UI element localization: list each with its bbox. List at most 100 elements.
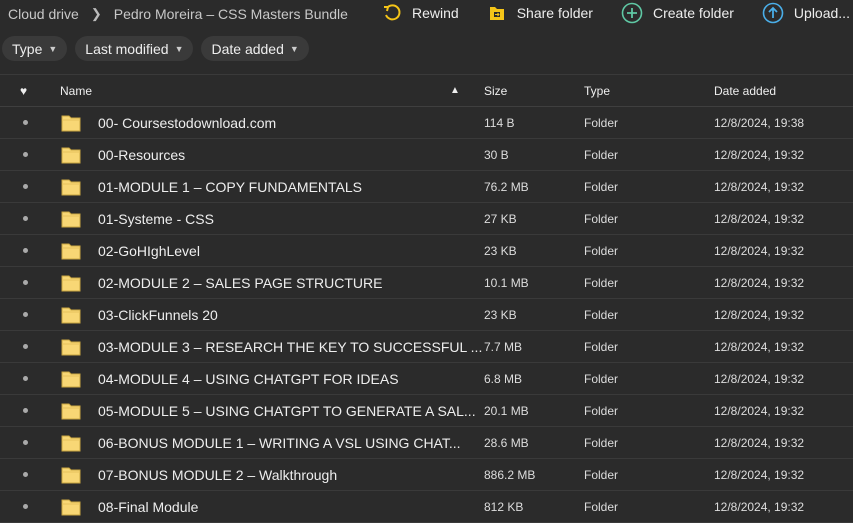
create-folder-button[interactable]: Create folder [621, 2, 734, 24]
table-row[interactable]: 04-MODULE 4 – USING CHATGPT FOR IDEAS 6.… [0, 363, 853, 395]
plus-circle-icon [621, 2, 643, 24]
table-row[interactable]: 07-BONUS MODULE 2 – Walkthrough 886.2 MB… [0, 459, 853, 491]
filter-label: Last modified [85, 40, 169, 57]
file-type: Folder [584, 115, 619, 130]
column-type[interactable]: Type [584, 84, 610, 98]
upload-button[interactable]: Upload... [762, 2, 850, 24]
file-date-added: 12/8/2024, 19:32 [714, 499, 805, 514]
table-row[interactable]: 01-Systeme - CSS 27 KB Folder 12/8/2024,… [0, 203, 853, 235]
status-dot [23, 344, 28, 349]
table-row[interactable]: 01-MODULE 1 – COPY FUNDAMENTALS 76.2 MB … [0, 171, 853, 203]
file-size: 23 KB [484, 307, 517, 322]
status-dot [23, 216, 28, 221]
file-size: 10.1 MB [484, 275, 529, 290]
folder-icon [61, 243, 81, 260]
upload-icon [762, 2, 784, 24]
filter-date-added[interactable]: Date added ▼ [201, 36, 309, 61]
folder-icon [61, 275, 81, 292]
file-date-added: 12/8/2024, 19:32 [714, 275, 805, 290]
share-folder-label: Share folder [516, 5, 593, 21]
table-row[interactable]: 02-GoHIghLevel 23 KB Folder 12/8/2024, 1… [0, 235, 853, 267]
file-type: Folder [584, 179, 619, 194]
file-name: 04-MODULE 4 – USING CHATGPT FOR IDEAS [98, 370, 399, 387]
table-row[interactable]: 00- Coursestodownload.com 114 B Folder 1… [0, 107, 853, 139]
file-type: Folder [584, 211, 619, 226]
filter-last-modified[interactable]: Last modified ▼ [75, 36, 194, 61]
chevron-down-icon: ▼ [48, 43, 58, 54]
status-dot [23, 408, 28, 413]
status-dot [23, 280, 28, 285]
folder-icon [61, 307, 81, 324]
file-date-added: 12/8/2024, 19:32 [714, 371, 805, 386]
rewind-icon [384, 4, 401, 21]
status-dot [23, 120, 28, 125]
rewind-button[interactable]: Rewind [382, 3, 459, 23]
status-dot [23, 440, 28, 445]
status-dot [23, 472, 28, 477]
sort-ascending-icon[interactable]: ▲ [450, 85, 460, 96]
file-type: Folder [584, 435, 619, 450]
table-row[interactable]: 03-MODULE 3 – RESEARCH THE KEY TO SUCCES… [0, 331, 853, 363]
status-dot [23, 184, 28, 189]
status-dot [23, 312, 28, 317]
table-header: ♥ Name ▲ Size Type Date added [0, 75, 853, 107]
file-size: 28.6 MB [484, 435, 529, 450]
file-name: 02-GoHIghLevel [98, 242, 200, 259]
upload-label: Upload... [793, 5, 850, 21]
file-type: Folder [584, 467, 619, 482]
table-row[interactable]: 05-MODULE 5 – USING CHATGPT TO GENERATE … [0, 395, 853, 427]
file-type: Folder [584, 147, 619, 162]
top-bar: Cloud drive ❯ Pedro Moreira – CSS Master… [0, 0, 853, 28]
file-date-added: 12/8/2024, 19:32 [714, 339, 805, 354]
file-type: Folder [584, 307, 619, 322]
folder-icon [61, 339, 81, 356]
folder-icon [61, 435, 81, 452]
file-type: Folder [584, 371, 619, 386]
create-folder-label: Create folder [652, 5, 734, 21]
folder-icon [61, 371, 81, 388]
column-size[interactable]: Size [484, 84, 507, 98]
file-date-added: 12/8/2024, 19:32 [714, 403, 805, 418]
folder-icon [61, 147, 81, 164]
file-type: Folder [584, 275, 619, 290]
share-folder-icon [489, 7, 504, 20]
file-date-added: 12/8/2024, 19:32 [714, 179, 805, 194]
file-name: 08-Final Module [98, 498, 199, 515]
table-row[interactable]: 03-ClickFunnels 20 23 KB Folder 12/8/202… [0, 299, 853, 331]
folder-icon [61, 403, 81, 420]
filter-type[interactable]: Type ▼ [2, 36, 68, 61]
file-size: 76.2 MB [484, 179, 529, 194]
status-dot [23, 504, 28, 509]
status-dot [23, 376, 28, 381]
folder-icon [61, 467, 81, 484]
rewind-label: Rewind [412, 5, 459, 21]
file-type: Folder [584, 499, 619, 514]
file-date-added: 12/8/2024, 19:32 [714, 147, 805, 162]
file-date-added: 12/8/2024, 19:32 [714, 435, 805, 450]
table-row[interactable]: 06-BONUS MODULE 1 – WRITING A VSL USING … [0, 427, 853, 459]
file-date-added: 12/8/2024, 19:38 [714, 115, 805, 130]
folder-icon [61, 115, 81, 132]
column-date-added[interactable]: Date added [714, 84, 776, 98]
file-type: Folder [584, 243, 619, 258]
file-size: 7.7 MB [484, 339, 523, 354]
breadcrumb-current: Pedro Moreira – CSS Masters Bundle [113, 6, 348, 22]
file-size: 886.2 MB [484, 467, 536, 482]
column-name[interactable]: Name [60, 84, 92, 98]
file-date-added: 12/8/2024, 19:32 [714, 211, 805, 226]
breadcrumb-root[interactable]: Cloud drive [8, 6, 79, 22]
share-folder-button[interactable]: Share folder [487, 3, 593, 23]
file-name: 01-MODULE 1 – COPY FUNDAMENTALS [98, 178, 362, 195]
file-name: 05-MODULE 5 – USING CHATGPT TO GENERATE … [98, 402, 476, 419]
file-size: 812 KB [484, 499, 524, 514]
heart-icon[interactable]: ♥ [20, 84, 27, 98]
table-row[interactable]: 02-MODULE 2 – SALES PAGE STRUCTURE 10.1 … [0, 267, 853, 299]
filter-label: Date added [211, 40, 284, 57]
file-name: 00- Coursestodownload.com [98, 114, 277, 131]
file-date-added: 12/8/2024, 19:32 [714, 243, 805, 258]
chevron-down-icon: ▼ [289, 43, 299, 54]
table-row[interactable]: 00-Resources 30 B Folder 12/8/2024, 19:3… [0, 139, 853, 171]
chevron-right-icon: ❯ [90, 6, 102, 21]
file-name: 00-Resources [98, 146, 186, 163]
table-row[interactable]: 08-Final Module 812 KB Folder 12/8/2024,… [0, 491, 853, 523]
